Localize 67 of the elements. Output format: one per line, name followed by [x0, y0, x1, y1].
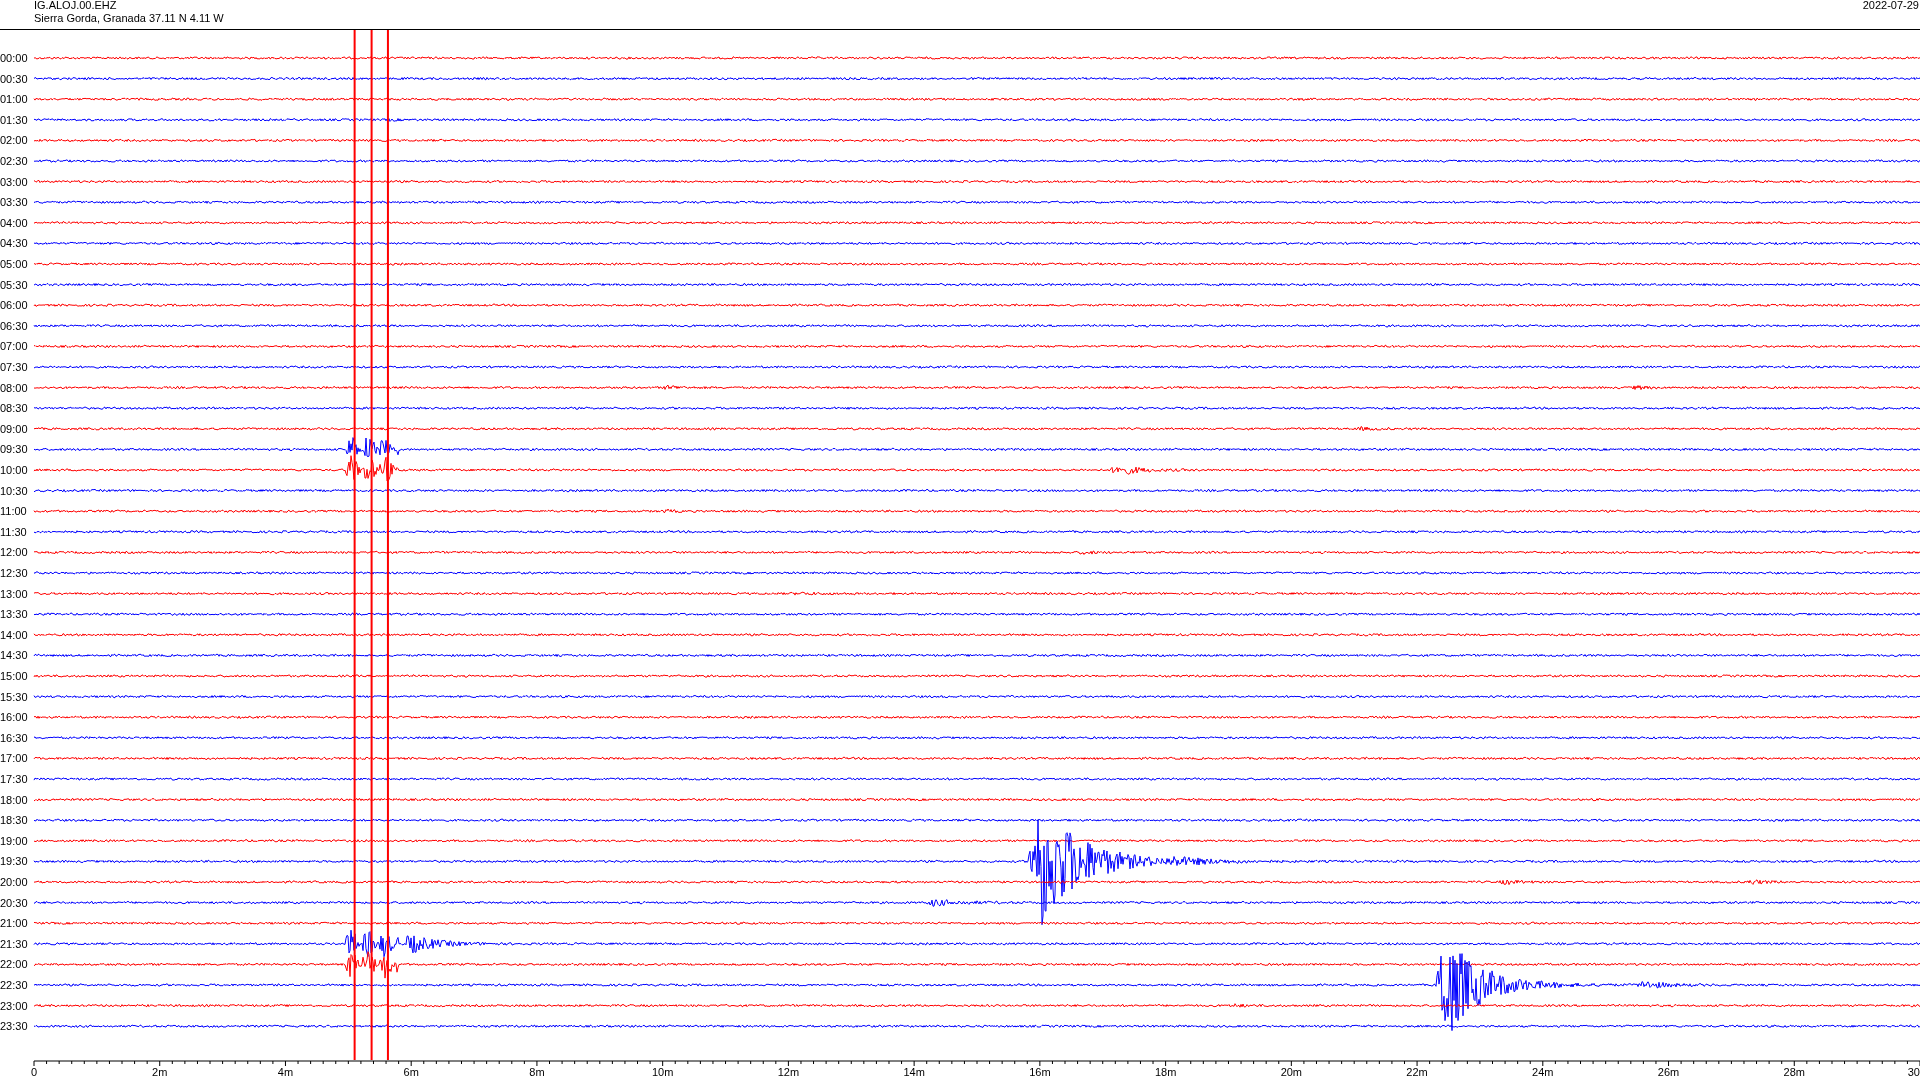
time-label: 10:00 [0, 464, 28, 476]
time-label: 00:00 [0, 52, 28, 64]
time-label: 02:30 [0, 155, 28, 167]
time-label: 01:30 [0, 113, 28, 126]
axis-label: 20m [1280, 1066, 1303, 1078]
time-label: 20:00 [0, 876, 28, 888]
time-label: 13:00 [0, 587, 28, 600]
time-label: 11:30 [0, 525, 27, 538]
time-label: 23:00 [0, 999, 28, 1012]
axis-label: 26m [1657, 1066, 1680, 1078]
time-label: 15:30 [0, 690, 28, 703]
time-label: 01:00 [0, 93, 28, 106]
time-label: 18:30 [0, 814, 28, 827]
time-label: 16:00 [0, 711, 28, 724]
time-label: 04:30 [0, 237, 28, 250]
time-label: 12:30 [0, 567, 28, 579]
time-label: 22:00 [0, 958, 28, 971]
time-label: 21:30 [0, 937, 28, 950]
time-label: 05:30 [0, 278, 28, 291]
axis-label: 22m [1406, 1066, 1428, 1078]
time-label: 09:00 [0, 422, 28, 435]
time-label: 22:30 [0, 979, 28, 991]
time-label: 15:00 [0, 670, 28, 682]
time-label: 14:30 [0, 649, 28, 662]
time-label: 14:00 [0, 628, 28, 641]
time-label: 06:30 [0, 319, 28, 332]
station-location: Sierra Gorda, Granada 37.11 N 4.11 W [34, 12, 224, 25]
axis-label: 16m [1029, 1066, 1051, 1078]
plot-date: 2022-07-29 [1862, 0, 1920, 12]
time-label: 23:30 [0, 1020, 28, 1033]
axis-label: 8m [529, 1066, 545, 1078]
time-label: 07:30 [0, 361, 28, 373]
time-label: 21:00 [0, 917, 28, 930]
time-label: 03:30 [0, 196, 28, 209]
time-label: 07:00 [0, 340, 28, 353]
time-label: 08:30 [0, 402, 28, 415]
time-label: 18:00 [0, 793, 28, 806]
time-label: 19:30 [0, 855, 28, 868]
time-label: 16:30 [0, 731, 28, 744]
time-label: 13:30 [0, 608, 28, 621]
axis-label: 14m [903, 1066, 925, 1078]
time-label: 02:00 [0, 134, 28, 147]
axis-label: 10m [651, 1066, 674, 1078]
time-label: 04:00 [0, 216, 28, 229]
time-label: 10:30 [0, 484, 28, 497]
axis-label: 18m [1154, 1066, 1177, 1078]
station-code: IG.ALOJ.00.EHZ [34, 0, 118, 12]
time-label: 05:00 [0, 258, 28, 270]
time-label: 17:00 [0, 752, 28, 765]
time-label: 12:00 [0, 546, 28, 559]
axis-label: 2m [152, 1066, 168, 1078]
axis-label: 24m [1532, 1066, 1554, 1078]
axis-label: 30 [1907, 1066, 1920, 1078]
time-label: 19:00 [0, 834, 28, 847]
time-label: 11:00 [0, 505, 27, 518]
axis-label: 12m [777, 1066, 800, 1078]
axis-label: 6m [403, 1066, 419, 1078]
time-label: 20:30 [0, 896, 28, 909]
time-label: 03:00 [0, 175, 28, 188]
axis-label: 4m [277, 1066, 294, 1078]
time-label: 00:30 [0, 72, 28, 85]
axis-label: 28m [1783, 1066, 1805, 1078]
time-label: 06:00 [0, 299, 28, 312]
axis-label: 0 [31, 1066, 38, 1078]
time-label: 17:30 [0, 773, 28, 785]
time-label: 09:30 [0, 443, 28, 456]
time-label: 08:00 [0, 381, 28, 394]
